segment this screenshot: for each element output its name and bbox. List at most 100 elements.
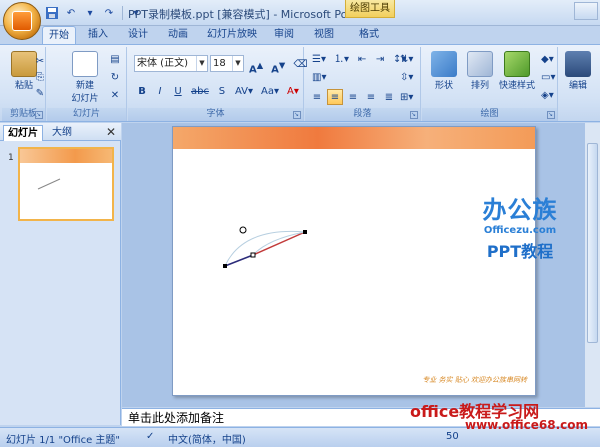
- font-size-value: 18: [213, 58, 226, 69]
- binoculars-icon: [565, 51, 591, 77]
- tab-design[interactable]: 设计: [124, 26, 152, 44]
- shrink-font-icon[interactable]: A▼: [268, 56, 288, 75]
- slide-footer-text: 专业 务实 贴心 欢迎办公族串网转: [422, 376, 527, 384]
- shapes-icon: [431, 51, 457, 77]
- title-bar: ↶ ▾ ↷ ▾ PPT录制模板.ppt [兼容模式] - Microsoft P…: [0, 0, 600, 40]
- language-status[interactable]: 中文(简体，中国): [168, 431, 246, 446]
- minimize-button[interactable]: [574, 2, 598, 20]
- close-icon[interactable]: ✕: [106, 125, 116, 139]
- tab-outline[interactable]: 大纲: [48, 125, 76, 141]
- quick-styles-button[interactable]: 快速样式: [496, 49, 538, 91]
- paste-label: 粘贴: [14, 81, 33, 91]
- italic-icon[interactable]: I: [152, 83, 168, 99]
- font-launcher-icon[interactable]: ↘: [293, 111, 301, 119]
- increase-indent-icon[interactable]: ⇥: [372, 51, 388, 67]
- vertical-scrollbar[interactable]: [584, 123, 600, 407]
- zoom-level[interactable]: 50: [446, 431, 459, 442]
- tab-format[interactable]: 格式: [352, 26, 386, 44]
- font-size-dropdown[interactable]: 18 ▼: [210, 55, 244, 72]
- smartart-icon[interactable]: ⊞▾: [397, 89, 416, 105]
- paragraph-row-2: ▥▾: [309, 69, 329, 85]
- redo-icon[interactable]: ↷: [101, 5, 117, 21]
- bullets-icon[interactable]: ☰▾: [309, 51, 329, 67]
- chevron-down-icon: ▼: [196, 56, 207, 71]
- freeform-curve[interactable]: [173, 149, 536, 396]
- vertex-handle[interactable]: [303, 230, 307, 234]
- arrange-button[interactable]: 排列: [462, 49, 498, 91]
- save-icon[interactable]: [44, 5, 60, 21]
- decrease-indent-icon[interactable]: ⇤: [354, 51, 370, 67]
- justify-icon[interactable]: ≡: [363, 89, 379, 105]
- watermark-url: Officezu.com: [483, 225, 557, 236]
- scrollbar-thumb[interactable]: [587, 143, 598, 343]
- delete-slide-icon[interactable]: ✕: [107, 87, 123, 103]
- char-spacing-icon[interactable]: AV▾: [232, 83, 256, 99]
- font-name-dropdown[interactable]: 宋体 (正文) ▼: [134, 55, 208, 72]
- bold-icon[interactable]: B: [134, 83, 150, 99]
- font-name-value: 宋体 (正文): [137, 58, 188, 69]
- slide-editing-area: 专业 务实 贴心 欢迎办公族串网转: [122, 123, 584, 407]
- undo-dropdown-icon[interactable]: ▾: [82, 5, 98, 21]
- paragraph-row-1: ☰▾ ⒈▾ ⇤ ⇥ ↕▾: [309, 51, 409, 67]
- drawing-tools-context-title: 绘图工具: [345, 0, 395, 18]
- shape-effects-icon[interactable]: ◈▾: [538, 87, 557, 103]
- distributed-icon[interactable]: ≣: [381, 89, 397, 105]
- new-slide-button[interactable]: 新建 幻灯片: [65, 49, 105, 104]
- grow-font-icon[interactable]: A▲: [246, 56, 266, 75]
- tab-slides[interactable]: 幻灯片: [3, 125, 43, 141]
- quick-styles-icon: [504, 51, 530, 77]
- drawing-group-label: 绘图: [422, 108, 557, 121]
- office-button[interactable]: [3, 2, 41, 40]
- slide-thumbnail[interactable]: [18, 147, 114, 221]
- spell-check-icon[interactable]: ✓: [146, 431, 154, 442]
- clipboard-launcher-icon[interactable]: ↘: [35, 111, 43, 119]
- slides-pane: 幻灯片 大纲 ✕ 1: [0, 123, 121, 425]
- tab-review[interactable]: 审阅: [270, 26, 298, 44]
- columns-icon[interactable]: ▥▾: [309, 69, 329, 85]
- editing-label: 编辑: [568, 81, 587, 91]
- strikethrough-icon[interactable]: abc: [188, 83, 212, 99]
- tab-animation[interactable]: 动画: [164, 26, 192, 44]
- change-case-icon[interactable]: Aa▾: [258, 83, 282, 99]
- layout-icon[interactable]: ▤: [107, 51, 123, 67]
- shapes-button[interactable]: 形状: [426, 49, 462, 91]
- format-painter-icon[interactable]: ✎: [32, 85, 48, 101]
- copy-icon[interactable]: ⎘: [32, 69, 48, 85]
- slide-banner: [173, 127, 535, 149]
- site-watermark-url: www.office68.com: [465, 418, 589, 432]
- tab-view[interactable]: 视图: [310, 26, 338, 44]
- thumbnail-banner: [20, 149, 112, 163]
- font-color-icon[interactable]: A▾: [284, 83, 302, 99]
- chevron-down-icon: ▼: [232, 56, 243, 71]
- editing-button[interactable]: 编辑: [560, 49, 596, 91]
- watermark-logo: 办公族: [482, 196, 558, 224]
- shadow-icon[interactable]: S: [214, 83, 230, 99]
- clipboard-group: 粘贴 ✂ ⎘ ✎ 剪贴板 ↘: [2, 47, 46, 121]
- shape-fill-icon[interactable]: ◆▾: [538, 51, 557, 67]
- new-slide-icon: [72, 51, 98, 77]
- undo-icon[interactable]: ↶: [63, 5, 79, 21]
- tab-insert[interactable]: 插入: [84, 26, 112, 44]
- align-text-icon[interactable]: ⇳▾: [397, 69, 416, 85]
- reset-icon[interactable]: ↻: [107, 69, 123, 85]
- paragraph-row-3: ≡ ≡ ≡ ≡ ≣: [309, 89, 397, 105]
- cut-icon[interactable]: ✂: [32, 53, 48, 69]
- vertex-handle[interactable]: [250, 252, 256, 258]
- align-center-icon[interactable]: ≡: [327, 89, 343, 105]
- align-left-icon[interactable]: ≡: [309, 89, 325, 105]
- align-right-icon[interactable]: ≡: [345, 89, 361, 105]
- vertex-handle[interactable]: [223, 264, 227, 268]
- underline-icon[interactable]: U: [170, 83, 186, 99]
- text-direction-icon[interactable]: ⇅▾: [397, 51, 416, 67]
- window-controls: [574, 2, 598, 20]
- office-logo-icon: [12, 11, 32, 31]
- shape-outline-icon[interactable]: ▭▾: [538, 69, 558, 85]
- paragraph-launcher-icon[interactable]: ↘: [410, 111, 418, 119]
- tab-slideshow[interactable]: 幻灯片放映: [204, 26, 260, 44]
- numbering-icon[interactable]: ⒈▾: [331, 51, 352, 67]
- paragraph-group-label: 段落: [305, 108, 420, 121]
- font-row-1: 宋体 (正文) ▼ 18 ▼ A▲ A▼ ⌫: [134, 55, 310, 75]
- quick-styles-label: 快速样式: [498, 81, 535, 91]
- drawing-launcher-icon[interactable]: ↘: [547, 111, 555, 119]
- tab-home[interactable]: 开始: [42, 26, 76, 44]
